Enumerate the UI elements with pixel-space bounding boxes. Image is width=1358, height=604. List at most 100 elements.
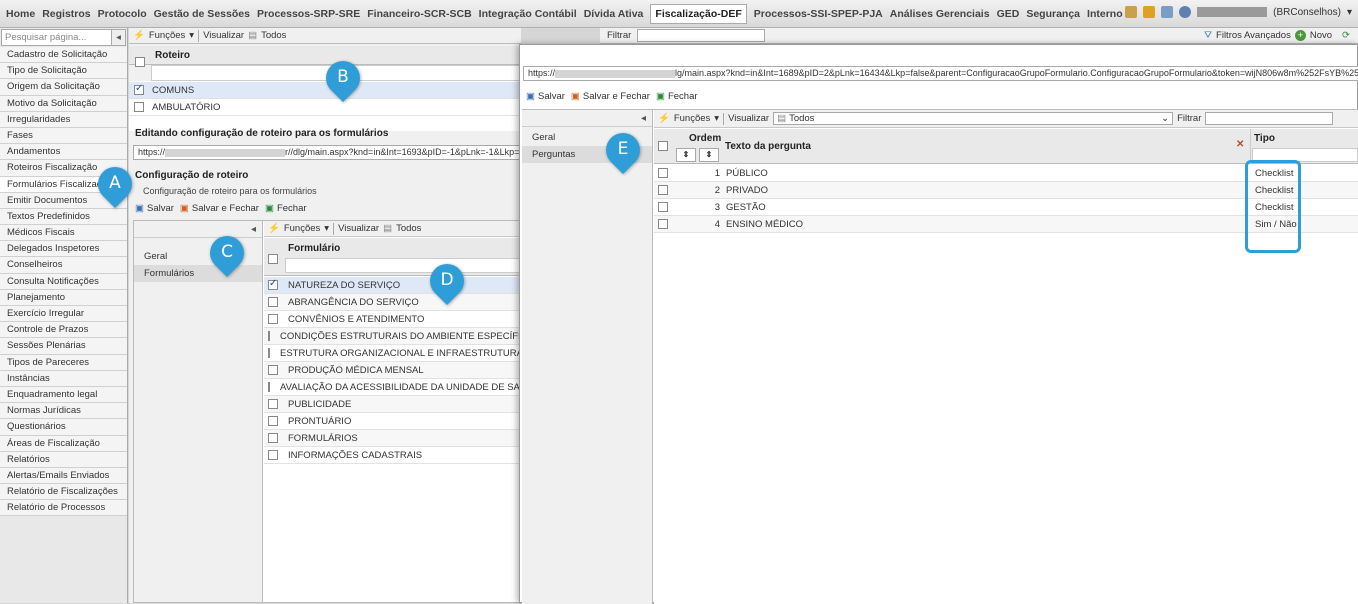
row-checkbox[interactable] <box>658 202 668 212</box>
funcoes-menu[interactable]: Funções <box>674 113 710 124</box>
sidebar-item[interactable]: Alertas/Emails Enviados <box>0 467 127 485</box>
row-checkbox[interactable] <box>268 365 278 375</box>
menu-analises[interactable]: Análises Gerenciais <box>890 8 990 20</box>
row-checkbox[interactable] <box>268 382 270 392</box>
sidebar-item[interactable]: Origem da Solicitação <box>0 79 127 96</box>
sidebar-item[interactable]: Relatório de Fiscalizações <box>0 484 127 501</box>
select-all-checkbox[interactable] <box>135 57 145 67</box>
menu-integracao[interactable]: Integração Contábil <box>479 8 577 20</box>
sidebar-item[interactable]: Tipos de Pareceres <box>0 354 127 371</box>
formulario-row[interactable]: ESTRUTURA ORGANIZACIONAL E INFRAESTRUTUR… <box>264 345 523 362</box>
chevron-down-icon[interactable]: ▾ <box>1347 7 1352 18</box>
funcoes-menu[interactable]: Funções <box>149 30 185 41</box>
formulario-column-header[interactable]: Formulário <box>288 243 340 254</box>
row-checkbox[interactable] <box>268 348 270 358</box>
row-checkbox[interactable] <box>268 450 278 460</box>
sidebar-item[interactable]: Conselheiros <box>0 257 127 274</box>
roteiro-row[interactable]: COMUNS <box>129 82 521 99</box>
row-checkbox[interactable] <box>268 416 278 426</box>
sidebar-item[interactable]: Exercício Irregular <box>0 306 127 323</box>
sidebar-item[interactable]: Consulta Notificações <box>0 273 127 290</box>
sidebar-item[interactable]: Irregularidades <box>0 111 127 128</box>
chevron-down-icon[interactable]: ▾ <box>324 223 329 234</box>
formulario-row[interactable]: PRODUÇÃO MÉDICA MENSAL <box>264 362 522 379</box>
texto-column-header[interactable]: Texto da pergunta <box>725 141 811 152</box>
formulario-row[interactable]: PUBLICIDADE <box>264 396 522 413</box>
ordem-column-header[interactable]: Ordem <box>689 133 721 144</box>
formulario-row[interactable]: PRONTUÁRIO <box>264 413 522 430</box>
row-checkbox[interactable] <box>134 83 144 95</box>
menu-ged[interactable]: GED <box>997 8 1020 20</box>
roteiro-row[interactable]: AMBULATÓRIO <box>129 99 521 116</box>
sort-spinner-icon[interactable]: ⇕ <box>676 148 696 162</box>
menu-processos-srp[interactable]: Processos-SRP-SRE <box>257 8 360 20</box>
formulario-row[interactable]: ABRANGÊNCIA DO SERVIÇO <box>264 294 522 311</box>
sidebar-item[interactable]: Relatórios <box>0 451 127 468</box>
sidebar-item[interactable]: Delegados Inspetores <box>0 241 127 258</box>
visualizar-select[interactable]: Todos <box>261 30 286 41</box>
menu-protocolo[interactable]: Protocolo <box>98 8 147 20</box>
menu-financeiro[interactable]: Financeiro-SCR-SCB <box>367 8 471 20</box>
menu-divida-ativa[interactable]: Dívida Ativa <box>584 8 644 20</box>
sidebar-item[interactable]: Instâncias <box>0 370 127 387</box>
roteiro-column-header[interactable]: Roteiro <box>155 50 190 61</box>
tipo-column-header[interactable]: Tipo <box>1254 133 1275 144</box>
menu-home[interactable]: Home <box>6 8 35 20</box>
collapse-tabs-icon[interactable]: ◂ <box>522 110 652 127</box>
sidebar-item[interactable]: Questionários <box>0 419 127 436</box>
row-checkbox[interactable] <box>658 168 668 178</box>
chevron-down-icon[interactable]: ▾ <box>189 30 194 41</box>
formulario-filter-input[interactable] <box>285 258 522 273</box>
menu-processos-ssi[interactable]: Processos-SSI-SPEP-PJA <box>754 8 883 20</box>
filtrar-input[interactable] <box>1205 112 1334 125</box>
sidebar-item[interactable]: Relatório de Processos <box>0 500 127 517</box>
advanced-filters-button[interactable]: Filtros Avançados <box>1216 30 1291 41</box>
menu-seguranca[interactable]: Segurança <box>1026 8 1080 20</box>
home-icon[interactable] <box>1161 6 1174 18</box>
save-button[interactable]: ▣ Salvar <box>526 91 565 102</box>
select-all-checkbox[interactable] <box>658 141 668 151</box>
visualizar-select[interactable]: Todos <box>396 223 421 234</box>
chevron-down-icon[interactable]: ▾ <box>714 113 719 124</box>
sidebar-item[interactable]: Planejamento <box>0 289 127 306</box>
formulario-row[interactable]: INFORMAÇÕES CADASTRAIS <box>264 447 522 464</box>
chevron-down-icon[interactable]: ⌄ <box>1161 113 1169 124</box>
menu-registros[interactable]: Registros <box>42 8 90 20</box>
sidebar-item[interactable]: Cadastro de Solicitação <box>0 47 127 64</box>
sidebar-item[interactable]: Andamentos <box>0 144 127 161</box>
sidebar-item[interactable]: Enquadramento legal <box>0 386 127 404</box>
select-all-checkbox[interactable] <box>268 254 278 264</box>
menu-gestao-sessoes[interactable]: Gestão de Sessões <box>154 8 250 20</box>
refresh-icon[interactable]: ⟳ <box>1342 30 1350 41</box>
sidebar-item[interactable]: Tipo de Solicitação <box>0 63 127 80</box>
save-button[interactable]: ▣ Salvar <box>135 203 174 214</box>
row-checkbox[interactable] <box>658 219 668 229</box>
popup-url-field[interactable]: https:// lg/main.aspx?knd=in&Int=1689&pID… <box>523 66 1358 81</box>
row-checkbox[interactable] <box>268 297 278 307</box>
formulario-row[interactable]: AVALIAÇÃO DA ACESSIBILIDADE DA UNIDADE D… <box>264 379 540 396</box>
tools-icon[interactable] <box>1125 6 1138 18</box>
sidebar-item[interactable]: Médicos Fiscais <box>0 225 127 242</box>
menu-fiscalizacao[interactable]: Fiscalização-DEF <box>650 3 747 24</box>
formulario-row[interactable]: NATUREZA DO SERVIÇO <box>264 277 522 294</box>
formulario-row[interactable]: FORMULÁRIOS <box>264 430 522 447</box>
close-button[interactable]: ▣ Fechar <box>265 203 307 214</box>
user-org[interactable]: (BRConselhos) <box>1273 7 1341 18</box>
row-checkbox[interactable] <box>268 331 270 341</box>
sort-spinner-icon[interactable]: ⇕ <box>699 148 719 162</box>
filtrar-input[interactable] <box>637 29 766 42</box>
collapse-sidebar-icon[interactable]: ◂ <box>111 30 125 45</box>
row-checkbox[interactable] <box>268 314 278 324</box>
user-icon[interactable] <box>1179 6 1192 18</box>
formulario-row[interactable]: CONDIÇÕES ESTRUTURAIS DO AMBIENTE ESPECÍ… <box>264 328 535 345</box>
sidebar-item[interactable]: Áreas de Fiscalização <box>0 435 127 452</box>
visualizar-select[interactable]: ▤ Todos ⌄ <box>773 112 1174 125</box>
menu-interno[interactable]: Interno <box>1087 8 1123 20</box>
dialog-url-field[interactable]: https:// r//dlg/main.aspx?knd=in&Int=1693… <box>133 145 521 160</box>
funcoes-menu[interactable]: Funções <box>284 223 320 234</box>
sidebar-item[interactable]: Normas Jurídicas <box>0 403 127 420</box>
row-checkbox[interactable] <box>658 185 668 195</box>
page-search-input[interactable]: Pesquisar página... ◂ <box>1 29 126 46</box>
save-close-button[interactable]: ▣ Salvar e Fechar <box>571 91 650 102</box>
row-checkbox[interactable] <box>268 399 278 409</box>
